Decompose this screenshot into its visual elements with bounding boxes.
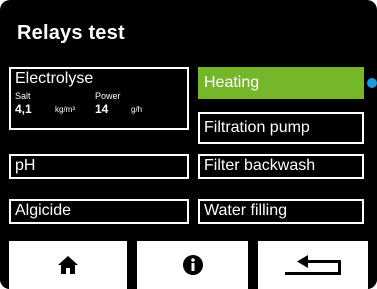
water-filling-label: Water filling xyxy=(204,202,287,219)
power-label: Power xyxy=(95,91,121,101)
algicide-label: Algicide xyxy=(15,202,72,219)
power-unit: g/h xyxy=(131,105,143,114)
heating-active-indicator xyxy=(367,78,377,88)
heating-button[interactable]: Heating xyxy=(198,67,364,99)
ph-label: pH xyxy=(15,157,36,174)
algicide-button[interactable]: Algicide xyxy=(9,199,189,224)
power-value: 14 xyxy=(95,102,109,116)
heating-label: Heating xyxy=(204,74,260,91)
water-filling-button[interactable]: Water filling xyxy=(198,199,364,224)
page-title: Relays test xyxy=(17,22,125,44)
electrolyse-button[interactable]: Electrolyse Salt Power 4,1 kg/m³ 14 g/h xyxy=(9,67,189,130)
salt-unit: kg/m³ xyxy=(55,105,75,114)
relays-test-screen: Relays test Electrolyse Salt Power 4,1 k… xyxy=(0,0,377,289)
home-icon xyxy=(58,256,78,274)
salt-value: 4,1 xyxy=(15,102,32,116)
return-arrow-icon xyxy=(285,255,341,275)
info-button[interactable] xyxy=(137,241,248,289)
filtration-pump-label: Filtration pump xyxy=(204,119,310,136)
ph-button[interactable]: pH xyxy=(9,154,189,179)
salt-label: Salt xyxy=(15,91,31,101)
filtration-pump-button[interactable]: Filtration pump xyxy=(198,112,364,144)
home-button[interactable] xyxy=(9,241,127,289)
filter-backwash-button[interactable]: Filter backwash xyxy=(198,154,364,179)
info-icon xyxy=(182,255,203,275)
electrolyse-label: Electrolyse xyxy=(15,70,94,87)
back-button[interactable] xyxy=(258,241,368,289)
filter-backwash-label: Filter backwash xyxy=(204,157,316,174)
